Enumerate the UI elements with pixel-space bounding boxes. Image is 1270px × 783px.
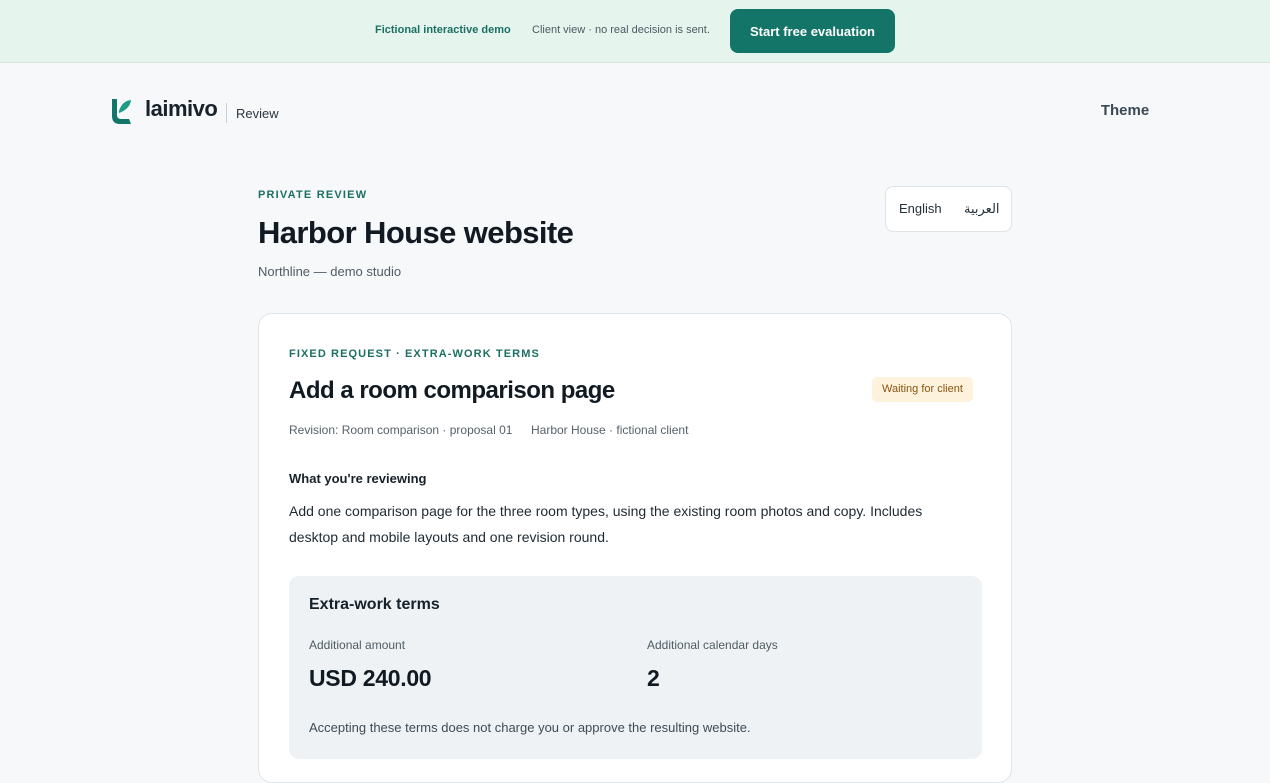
- additional-amount-label: Additional amount: [309, 638, 406, 652]
- language-switcher: English العربية: [885, 186, 1012, 232]
- additional-days-value: 2: [647, 665, 660, 691]
- demo-banner: Fictional interactive demo Client view ·…: [0, 0, 1270, 63]
- terms-title: Extra-work terms: [309, 596, 440, 613]
- theme-toggle-button[interactable]: Theme: [1088, 99, 1162, 121]
- brand-wordmark: laimivo: [145, 96, 218, 121]
- page-eyebrow: PRIVATE REVIEW: [258, 189, 368, 201]
- request-title: Add a room comparison page: [289, 377, 615, 404]
- client-meta: Harbor House · fictional client: [531, 423, 689, 437]
- request-card: FIXED REQUEST · EXTRA-WORK TERMS Add a r…: [258, 313, 1012, 783]
- demo-label: Fictional interactive demo: [375, 24, 511, 36]
- start-free-evaluation-button[interactable]: Start free evaluation: [730, 9, 895, 53]
- laimivo-logo-icon: [112, 99, 131, 124]
- studio-name: Northline — demo studio: [258, 264, 402, 279]
- terms-note: Accepting these terms does not charge yo…: [309, 720, 751, 735]
- brand-divider: [226, 103, 227, 123]
- status-badge: Waiting for client: [872, 377, 973, 402]
- request-eyebrow: FIXED REQUEST · EXTRA-WORK TERMS: [289, 348, 540, 360]
- review-heading: What you're reviewing: [289, 471, 427, 486]
- language-option-english[interactable]: English: [899, 201, 942, 216]
- language-option-arabic[interactable]: العربية: [964, 201, 1000, 217]
- additional-amount-value: USD 240.00: [309, 665, 432, 691]
- review-description: Add one comparison page for the three ro…: [289, 503, 923, 545]
- demo-note: Client view · no real decision is sent.: [532, 24, 710, 36]
- revision-meta: Revision: Room comparison · proposal 01: [289, 423, 513, 437]
- extra-work-terms: Extra-work terms Additional amount USD 2…: [289, 576, 982, 759]
- page-title: Harbor House website: [258, 215, 574, 250]
- additional-days-label: Additional calendar days: [647, 638, 778, 652]
- product-name: Review: [236, 106, 279, 121]
